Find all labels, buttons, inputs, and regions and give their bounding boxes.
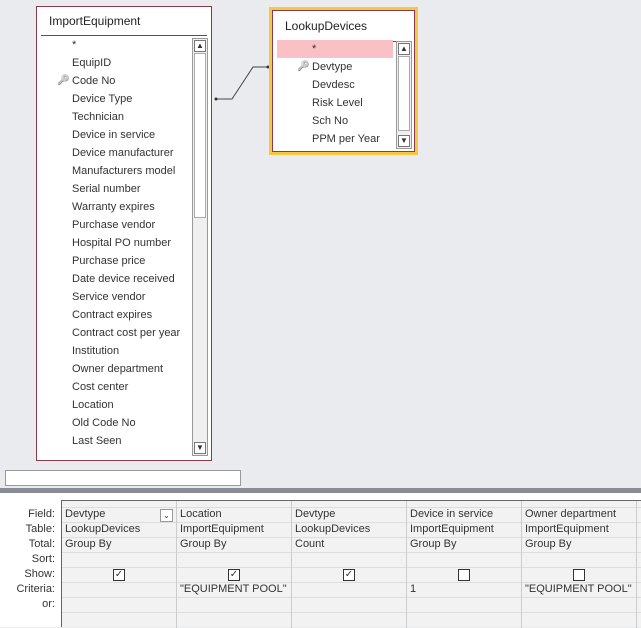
field-item[interactable]: Risk Level xyxy=(277,94,393,112)
grid-column[interactable]: Devtype LookupDevices Count ✓ xyxy=(292,501,407,628)
row-label: Show: xyxy=(24,568,55,580)
field-item[interactable]: Cost center xyxy=(37,378,190,396)
field-label: Cost center xyxy=(72,381,129,393)
cell-table[interactable]: ImportEquipment xyxy=(180,522,264,537)
table-title: LookupDevices xyxy=(285,19,368,33)
field-item[interactable]: Date device received xyxy=(37,270,190,288)
field-label: Date device received xyxy=(72,273,175,285)
design-grid: Devtype LookupDevices Group By ✓ ⌄ Location Im… xyxy=(61,500,641,628)
cell-field[interactable]: Devtype xyxy=(295,507,335,522)
field-item[interactable]: Owner department xyxy=(37,360,190,378)
field-item[interactable]: Service vendor xyxy=(37,288,190,306)
cell-table[interactable]: ImportEquipment xyxy=(525,522,609,537)
field-item[interactable]: Warranty expires xyxy=(37,198,190,216)
field-label: Contract expires xyxy=(72,309,153,321)
cell-total[interactable]: Group By xyxy=(525,537,571,552)
cell-criteria[interactable]: "EQUIPMENT POOL" xyxy=(525,582,632,597)
cell-field[interactable]: Owner department xyxy=(525,507,616,522)
cell-criteria[interactable]: "EQUIPMENT POOL" xyxy=(180,582,287,597)
cell-field[interactable]: Location xyxy=(180,507,222,522)
field-label: Hospital PO number xyxy=(72,237,172,249)
cell-table[interactable]: ImportEquipment xyxy=(410,522,494,537)
scroll-thumb[interactable] xyxy=(398,56,410,131)
field-item[interactable]: Location xyxy=(37,396,190,414)
chevron-down-icon[interactable]: ⌄ xyxy=(160,509,173,522)
row-label: Sort: xyxy=(31,553,55,565)
show-checkbox[interactable]: ✓ xyxy=(113,569,125,581)
row-label: Criteria: xyxy=(16,583,55,595)
field-item[interactable]: PPM per Year xyxy=(277,130,393,148)
row-label: or: xyxy=(42,598,55,610)
field-label: Last Seen xyxy=(72,435,122,447)
cell-field[interactable]: Devtype xyxy=(65,507,105,522)
field-label: Warranty expires xyxy=(72,201,155,213)
grid-column[interactable]: Device in service ImportEquipment Group By… xyxy=(407,501,522,628)
field-item[interactable]: Hospital PO number xyxy=(37,234,190,252)
cell-total[interactable]: Count xyxy=(295,537,324,552)
show-checkbox[interactable] xyxy=(573,569,585,581)
field-label: Owner department xyxy=(72,363,164,375)
row-label: Table: xyxy=(25,523,55,535)
field-label: Devtype xyxy=(312,61,353,73)
field-item[interactable]: Purchase price xyxy=(37,252,190,270)
row-label: Total: xyxy=(28,538,55,550)
key-icon: 🔑 xyxy=(297,61,310,72)
field-label: Old Code No xyxy=(72,417,136,429)
cell-total[interactable]: Group By xyxy=(410,537,456,552)
show-checkbox[interactable]: ✓ xyxy=(228,569,240,581)
field-label: Purchase price xyxy=(72,255,146,267)
table-lookup-devices[interactable]: LookupDevices * 🔑 Devtype Devdesc Risk Level… xyxy=(272,10,415,152)
field-label: Institution xyxy=(72,345,120,357)
scroll-up-icon[interactable]: ▲ xyxy=(398,43,410,55)
field-item[interactable]: Old Code No xyxy=(37,414,190,432)
grid-column[interactable]: Devtype LookupDevices Group By ✓ ⌄ xyxy=(62,501,177,628)
grid-column[interactable]: Owner department ImportEquipment Group By "… xyxy=(522,501,637,628)
field-item[interactable]: Purchase vendor xyxy=(37,216,190,234)
scroll-down-icon[interactable]: ▼ xyxy=(194,442,206,454)
field-item[interactable]: 🔑 Devtype xyxy=(277,58,393,76)
field-item[interactable]: Devdesc xyxy=(277,76,393,94)
field-label: Purchase vendor xyxy=(72,219,156,231)
grid-column[interactable]: Location ImportEquipment Group By ✓ "EQUIPME… xyxy=(177,501,292,628)
cell-field[interactable]: Device in service xyxy=(410,507,493,522)
field-item[interactable]: Contract expires xyxy=(37,306,190,324)
cell-table[interactable]: LookupDevices xyxy=(295,522,370,537)
cell-total[interactable]: Group By xyxy=(65,537,111,552)
field-label: * xyxy=(312,43,317,55)
field-item[interactable]: Last Seen xyxy=(37,432,190,450)
field-label: Location xyxy=(72,399,114,411)
field-label: Devdesc xyxy=(312,79,355,91)
show-checkbox[interactable] xyxy=(458,569,470,581)
cell-criteria[interactable]: 1 xyxy=(410,582,416,597)
field-label: Service vendor xyxy=(72,291,146,303)
cell-total[interactable]: Group By xyxy=(180,537,226,552)
scroll-down-icon[interactable]: ▼ xyxy=(398,135,410,147)
cell-table[interactable]: LookupDevices xyxy=(65,522,140,537)
status-input[interactable] xyxy=(5,470,241,486)
field-label: Risk Level xyxy=(312,97,363,109)
field-label: PPM per Year xyxy=(312,133,380,145)
field-label: Sch No xyxy=(312,115,349,127)
show-checkbox[interactable]: ✓ xyxy=(343,569,355,581)
field-label: Contract cost per year xyxy=(72,327,181,339)
field-item[interactable]: Institution xyxy=(37,342,190,360)
scrollbar[interactable]: ▲ ▼ xyxy=(396,41,412,149)
field-item[interactable]: * xyxy=(277,40,393,58)
field-item[interactable]: Sch No xyxy=(277,112,393,130)
field-item[interactable]: Contract cost per year xyxy=(37,324,190,342)
row-label: Field: xyxy=(28,508,55,520)
